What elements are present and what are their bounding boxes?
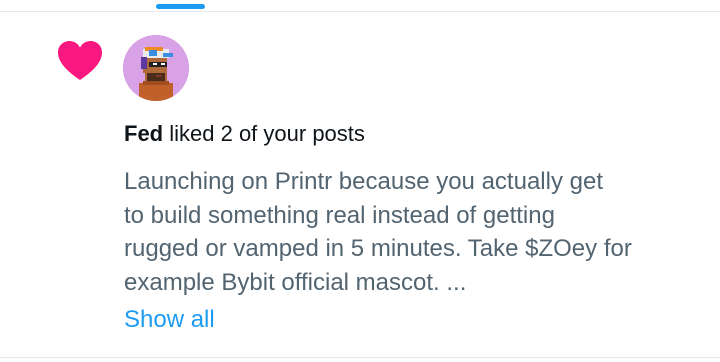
top-divider bbox=[0, 11, 720, 12]
show-all-link[interactable]: Show all bbox=[124, 303, 215, 336]
notification-screen: Fed liked 2 of your posts Launching on P… bbox=[0, 0, 720, 362]
actor-name[interactable]: Fed bbox=[124, 121, 163, 146]
active-tab-indicator bbox=[156, 4, 205, 9]
avatar[interactable] bbox=[123, 35, 189, 101]
heart-icon bbox=[58, 41, 102, 80]
notification-headline: Fed liked 2 of your posts bbox=[124, 120, 365, 148]
post-preview[interactable]: Launching on Printr because you actually… bbox=[124, 165, 704, 299]
post-preview-line: Launching on Printr because you actually… bbox=[124, 168, 603, 195]
post-preview-line: example Bybit official mascot. ... bbox=[124, 268, 467, 296]
post-preview-line: to build something real instead of getti… bbox=[124, 201, 555, 229]
bottom-divider bbox=[0, 357, 720, 358]
pixel-avatar-image bbox=[123, 35, 189, 101]
post-preview-line: rugged or vamped in 5 minutes. Take $ZOe… bbox=[124, 235, 632, 262]
action-text: liked 2 of your posts bbox=[163, 121, 365, 146]
